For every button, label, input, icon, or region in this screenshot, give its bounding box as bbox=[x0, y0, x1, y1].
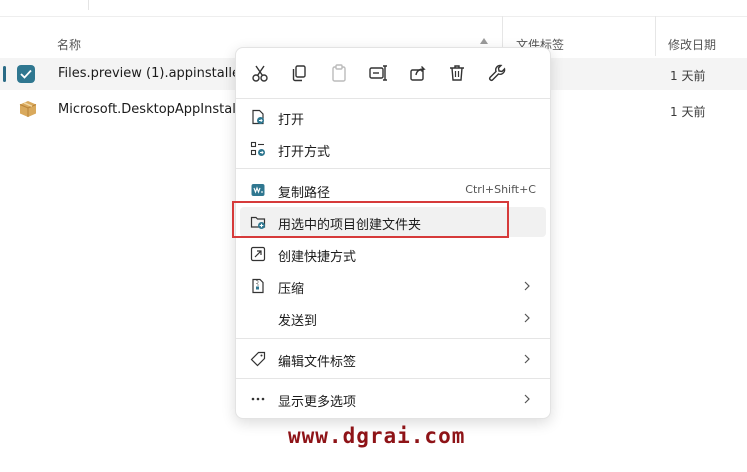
menu-divider bbox=[236, 98, 550, 99]
open-icon bbox=[252, 109, 264, 125]
column-date-header[interactable]: 修改日期 bbox=[668, 36, 716, 53]
more-icon bbox=[251, 397, 265, 401]
file-name: Files.preview (1).appinstaller bbox=[58, 66, 246, 81]
menu-divider bbox=[236, 338, 550, 339]
sort-ascending-icon bbox=[480, 38, 488, 44]
zip-icon bbox=[252, 278, 264, 294]
delete-icon[interactable] bbox=[447, 63, 467, 83]
file-date: 1 天前 bbox=[670, 105, 706, 119]
tag-icon bbox=[250, 351, 266, 367]
package-icon bbox=[19, 101, 37, 117]
file-date: 1 天前 bbox=[670, 69, 706, 83]
chevron-right-icon bbox=[524, 354, 530, 364]
menu-item-label: 打开 bbox=[278, 113, 305, 128]
menu-item-compress[interactable]: 压缩 bbox=[240, 271, 546, 301]
open-with-icon bbox=[250, 141, 265, 156]
menu-item-open-with[interactable]: 打开方式 bbox=[240, 134, 546, 164]
copy-path-icon bbox=[251, 184, 265, 196]
menu-divider bbox=[236, 168, 550, 169]
properties-icon[interactable] bbox=[487, 63, 507, 83]
menu-item-show-more-options[interactable]: 显示更多选项 bbox=[240, 384, 546, 414]
menu-item-label: 创建快捷方式 bbox=[278, 250, 357, 265]
chevron-right-icon bbox=[524, 281, 530, 291]
copy-icon[interactable] bbox=[289, 63, 309, 83]
row-checkbox[interactable] bbox=[17, 65, 35, 83]
menu-item-send-to[interactable]: 发送到 bbox=[240, 303, 546, 333]
menu-item-shortcut: Ctrl+Shift+C bbox=[465, 183, 536, 196]
address-bar-area bbox=[0, 0, 747, 17]
file-name: Microsoft.DesktopAppInstaller bbox=[58, 102, 253, 117]
share-icon[interactable] bbox=[408, 63, 428, 83]
shortcut-icon bbox=[250, 246, 266, 262]
menu-item-edit-tags[interactable]: 编辑文件标签 bbox=[240, 344, 546, 374]
menu-item-label: 显示更多选项 bbox=[278, 395, 357, 410]
menu-item-open[interactable]: 打开 bbox=[240, 102, 546, 132]
paste-icon[interactable] bbox=[329, 63, 349, 83]
menu-item-label: 编辑文件标签 bbox=[278, 355, 357, 370]
watermark-text: www.dgrai.com bbox=[288, 424, 466, 448]
column-separator[interactable] bbox=[655, 16, 656, 56]
column-name-header[interactable]: 名称 bbox=[57, 36, 81, 53]
cut-icon[interactable] bbox=[250, 63, 270, 83]
chevron-right-icon bbox=[524, 394, 530, 404]
chevron-right-icon bbox=[524, 313, 530, 323]
rename-icon[interactable] bbox=[368, 63, 388, 83]
menu-item-create-shortcut[interactable]: 创建快捷方式 bbox=[240, 239, 546, 269]
menu-item-label: 发送到 bbox=[278, 314, 318, 329]
selection-indicator bbox=[3, 66, 6, 82]
annotation-highlight-box bbox=[232, 201, 509, 238]
menu-item-label: 压缩 bbox=[278, 282, 305, 297]
menu-divider bbox=[236, 378, 550, 379]
menu-item-label: 打开方式 bbox=[278, 145, 331, 160]
toolbar-separator bbox=[88, 0, 89, 10]
checkmark-icon bbox=[20, 69, 32, 79]
context-menu-toolbar bbox=[236, 48, 550, 98]
menu-item-label: 复制路径 bbox=[278, 186, 331, 201]
